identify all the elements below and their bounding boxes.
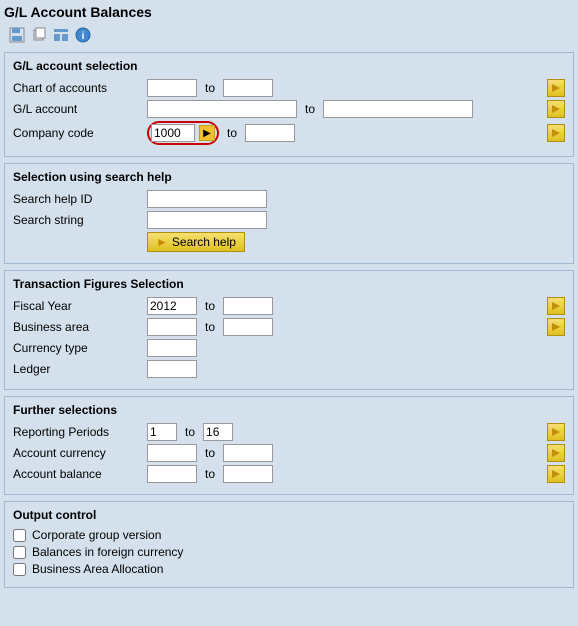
account-balance-label: Account balance xyxy=(13,467,143,481)
account-balance-row: Account balance to xyxy=(13,465,565,483)
search-help-section: Selection using search help Search help … xyxy=(4,163,574,264)
transaction-figures-section: Transaction Figures Selection Fiscal Yea… xyxy=(4,270,574,390)
further-selections-section: Further selections Reporting Periods to … xyxy=(4,396,574,495)
fiscal-year-input[interactable] xyxy=(147,297,197,315)
company-code-label: Company code xyxy=(13,126,143,140)
reporting-periods-range-btn[interactable] xyxy=(547,423,565,441)
chart-of-accounts-to: to xyxy=(205,81,215,95)
search-help-btn-label: Search help xyxy=(172,235,236,249)
currency-type-row: Currency type xyxy=(13,339,565,357)
balances-foreign-currency-label: Balances in foreign currency xyxy=(32,545,183,559)
further-selections-title: Further selections xyxy=(13,403,565,417)
ledger-row: Ledger xyxy=(13,360,565,378)
gl-account-range-btn[interactable] xyxy=(547,100,565,118)
gl-account-selection-section: G/L account selection Chart of accounts … xyxy=(4,52,574,157)
company-code-range-btn[interactable] xyxy=(547,124,565,142)
business-area-range-btn[interactable] xyxy=(547,318,565,336)
fiscal-year-to-input[interactable] xyxy=(223,297,273,315)
account-balance-to: to xyxy=(205,467,215,481)
reporting-periods-to: to xyxy=(185,425,195,439)
business-area-allocation-checkbox[interactable] xyxy=(13,563,26,576)
page-title: G/L Account Balances xyxy=(4,4,574,20)
ledger-input[interactable] xyxy=(147,360,197,378)
gl-account-row: G/L account to xyxy=(13,100,565,118)
currency-type-input[interactable] xyxy=(147,339,197,357)
chart-of-accounts-input[interactable] xyxy=(147,79,197,97)
account-balance-range-btn[interactable] xyxy=(547,465,565,483)
business-area-label: Business area xyxy=(13,320,143,334)
corporate-group-label: Corporate group version xyxy=(32,528,161,542)
gl-account-input[interactable] xyxy=(147,100,297,118)
gl-account-to-input[interactable] xyxy=(323,100,473,118)
gl-account-to: to xyxy=(305,102,315,116)
balances-foreign-currency-checkbox[interactable] xyxy=(13,546,26,559)
business-area-to-input[interactable] xyxy=(223,318,273,336)
chart-of-accounts-range-btn[interactable] xyxy=(547,79,565,97)
account-currency-to: to xyxy=(205,446,215,460)
business-area-allocation-label: Business Area Allocation xyxy=(32,562,163,576)
reporting-periods-input[interactable] xyxy=(147,423,177,441)
chart-of-accounts-to-input[interactable] xyxy=(223,79,273,97)
chart-of-accounts-row: Chart of accounts to xyxy=(13,79,565,97)
account-currency-to-input[interactable] xyxy=(223,444,273,462)
account-currency-label: Account currency xyxy=(13,446,143,460)
business-area-input[interactable] xyxy=(147,318,197,336)
account-currency-row: Account currency to xyxy=(13,444,565,462)
gl-account-selection-title: G/L account selection xyxy=(13,59,565,73)
search-string-row: Search string xyxy=(13,211,565,229)
search-help-id-input[interactable] xyxy=(147,190,267,208)
search-string-label: Search string xyxy=(13,213,143,227)
balances-foreign-currency-row: Balances in foreign currency xyxy=(13,545,565,559)
company-code-select-icon[interactable]: ▶ xyxy=(199,125,215,141)
company-code-to: to xyxy=(227,126,237,140)
copy-icon[interactable] xyxy=(30,26,48,44)
business-area-to: to xyxy=(205,320,215,334)
business-area-row: Business area to xyxy=(13,318,565,336)
chart-of-accounts-label: Chart of accounts xyxy=(13,81,143,95)
gl-account-label: G/L account xyxy=(13,102,143,116)
search-help-id-label: Search help ID xyxy=(13,192,143,206)
toolbar: i xyxy=(4,24,574,46)
ledger-label: Ledger xyxy=(13,362,143,376)
layout-icon[interactable] xyxy=(52,26,70,44)
reporting-periods-row: Reporting Periods to xyxy=(13,423,565,441)
account-currency-range-btn[interactable] xyxy=(547,444,565,462)
account-currency-input[interactable] xyxy=(147,444,197,462)
search-help-btn-icon: ► xyxy=(156,235,168,249)
currency-type-label: Currency type xyxy=(13,341,143,355)
corporate-group-checkbox[interactable] xyxy=(13,529,26,542)
search-help-button[interactable]: ► Search help xyxy=(147,232,245,252)
fiscal-year-label: Fiscal Year xyxy=(13,299,143,313)
reporting-periods-to-input[interactable] xyxy=(203,423,233,441)
transaction-figures-title: Transaction Figures Selection xyxy=(13,277,565,291)
fiscal-year-range-btn[interactable] xyxy=(547,297,565,315)
svg-text:i: i xyxy=(82,31,85,42)
corporate-group-row: Corporate group version xyxy=(13,528,565,542)
business-area-allocation-row: Business Area Allocation xyxy=(13,562,565,576)
search-help-title: Selection using search help xyxy=(13,170,565,184)
company-code-row: Company code ▶ to xyxy=(13,121,565,145)
fiscal-year-to: to xyxy=(205,299,215,313)
fiscal-year-row: Fiscal Year to xyxy=(13,297,565,315)
reporting-periods-label: Reporting Periods xyxy=(13,425,143,439)
company-code-highlight: ▶ xyxy=(147,121,219,145)
search-help-button-row: ► Search help xyxy=(13,232,565,252)
account-balance-to-input[interactable] xyxy=(223,465,273,483)
account-balance-input[interactable] xyxy=(147,465,197,483)
info-icon[interactable]: i xyxy=(74,26,92,44)
save-icon[interactable] xyxy=(8,26,26,44)
search-help-id-row: Search help ID xyxy=(13,190,565,208)
output-control-section: Output control Corporate group version B… xyxy=(4,501,574,588)
company-code-to-input[interactable] xyxy=(245,124,295,142)
company-code-input[interactable] xyxy=(151,124,195,142)
output-control-title: Output control xyxy=(13,508,565,522)
search-string-input[interactable] xyxy=(147,211,267,229)
